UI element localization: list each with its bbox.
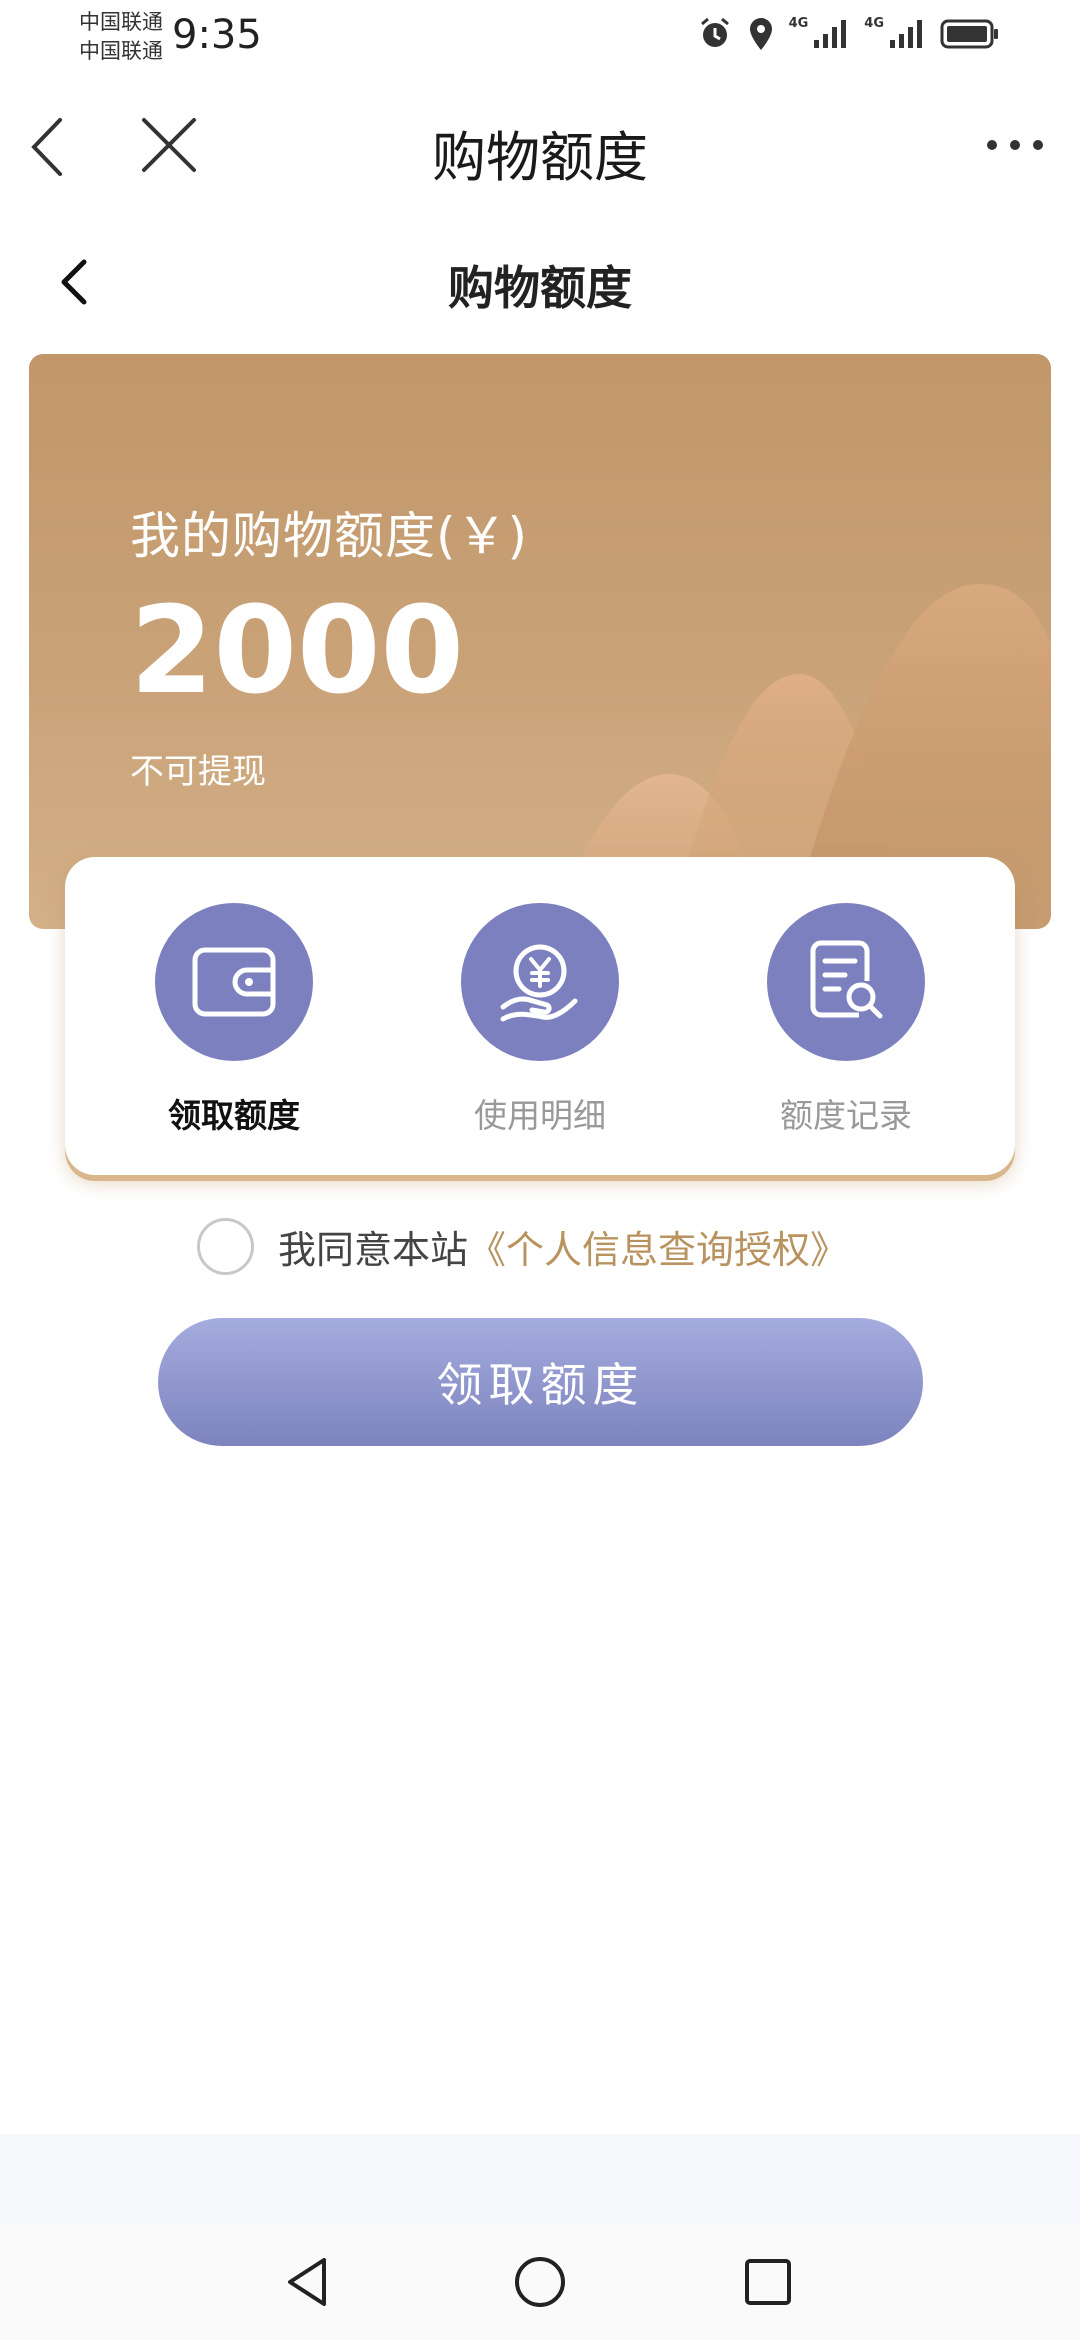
agreement-checkbox[interactable] bbox=[197, 1217, 254, 1275]
battery-icon bbox=[940, 18, 1000, 50]
page-title: 购物额度 bbox=[448, 261, 632, 315]
triangle-back-icon bbox=[288, 2258, 326, 2306]
status-icons: 4G 4G bbox=[697, 16, 1000, 52]
alarm-icon bbox=[697, 16, 733, 52]
quota-label: 我的购物额度(￥) bbox=[130, 507, 529, 565]
action-label: 领取额度 bbox=[168, 1096, 300, 1135]
clock: 9:35 bbox=[172, 12, 262, 58]
action-circle bbox=[155, 903, 313, 1061]
action-label: 额度记录 bbox=[780, 1096, 912, 1135]
action-label: 使用明细 bbox=[474, 1096, 606, 1135]
quota-amount: 2000 bbox=[130, 582, 464, 721]
action-usage-details[interactable]: 使用明细 bbox=[440, 903, 640, 1137]
document-search-icon bbox=[810, 940, 883, 1019]
circle-home-icon bbox=[515, 2257, 565, 2307]
page-header: 购物额度 bbox=[0, 236, 1080, 326]
signal-2-icon bbox=[888, 18, 926, 50]
top-nav: 购物额度 bbox=[0, 80, 1080, 210]
nav-title: 购物额度 bbox=[432, 126, 648, 189]
status-bar: 中国联通 中国联通 9:35 4G 4G bbox=[0, 0, 1080, 72]
actions-panel: 领取额度 使用明细 额度记录 bbox=[65, 857, 1015, 1175]
network-1-label: 4G bbox=[788, 16, 809, 31]
agreement-text: 我同意本站 bbox=[278, 1227, 469, 1272]
agreement-link[interactable]: 《个人信息查询授权》 bbox=[468, 1219, 848, 1274]
system-back-button[interactable] bbox=[278, 2252, 338, 2312]
bottom-strip bbox=[0, 2134, 1080, 2224]
system-nav-bar bbox=[0, 2224, 1080, 2340]
more-icon bbox=[987, 140, 1043, 150]
location-icon bbox=[747, 16, 775, 52]
action-circle bbox=[767, 903, 925, 1061]
action-claim-quota[interactable]: 领取额度 bbox=[134, 903, 334, 1137]
wallet-icon bbox=[192, 947, 276, 1017]
quota-card: 我的购物额度(￥) 2000 不可提现 bbox=[29, 354, 1051, 929]
action-circle bbox=[461, 903, 619, 1061]
signal-1-icon bbox=[812, 18, 850, 50]
square-recents-icon bbox=[745, 2259, 791, 2305]
more-button[interactable] bbox=[980, 125, 1050, 165]
carrier-info: 中国联通 中国联通 bbox=[79, 8, 163, 66]
yuan-hand-icon bbox=[500, 944, 578, 1022]
quota-note: 不可提现 bbox=[130, 752, 266, 792]
system-recents-button[interactable] bbox=[738, 2252, 798, 2312]
agreement: 我同意本站 《个人信息查询授权》 bbox=[197, 1216, 848, 1276]
network-2-label: 4G bbox=[864, 16, 884, 31]
action-quota-records[interactable]: 额度记录 bbox=[746, 903, 946, 1137]
carrier-1: 中国联通 bbox=[79, 10, 163, 34]
system-home-button[interactable] bbox=[510, 2252, 570, 2312]
carrier-2: 中国联通 bbox=[79, 39, 163, 63]
claim-quota-button[interactable]: 领取额度 bbox=[158, 1318, 923, 1446]
